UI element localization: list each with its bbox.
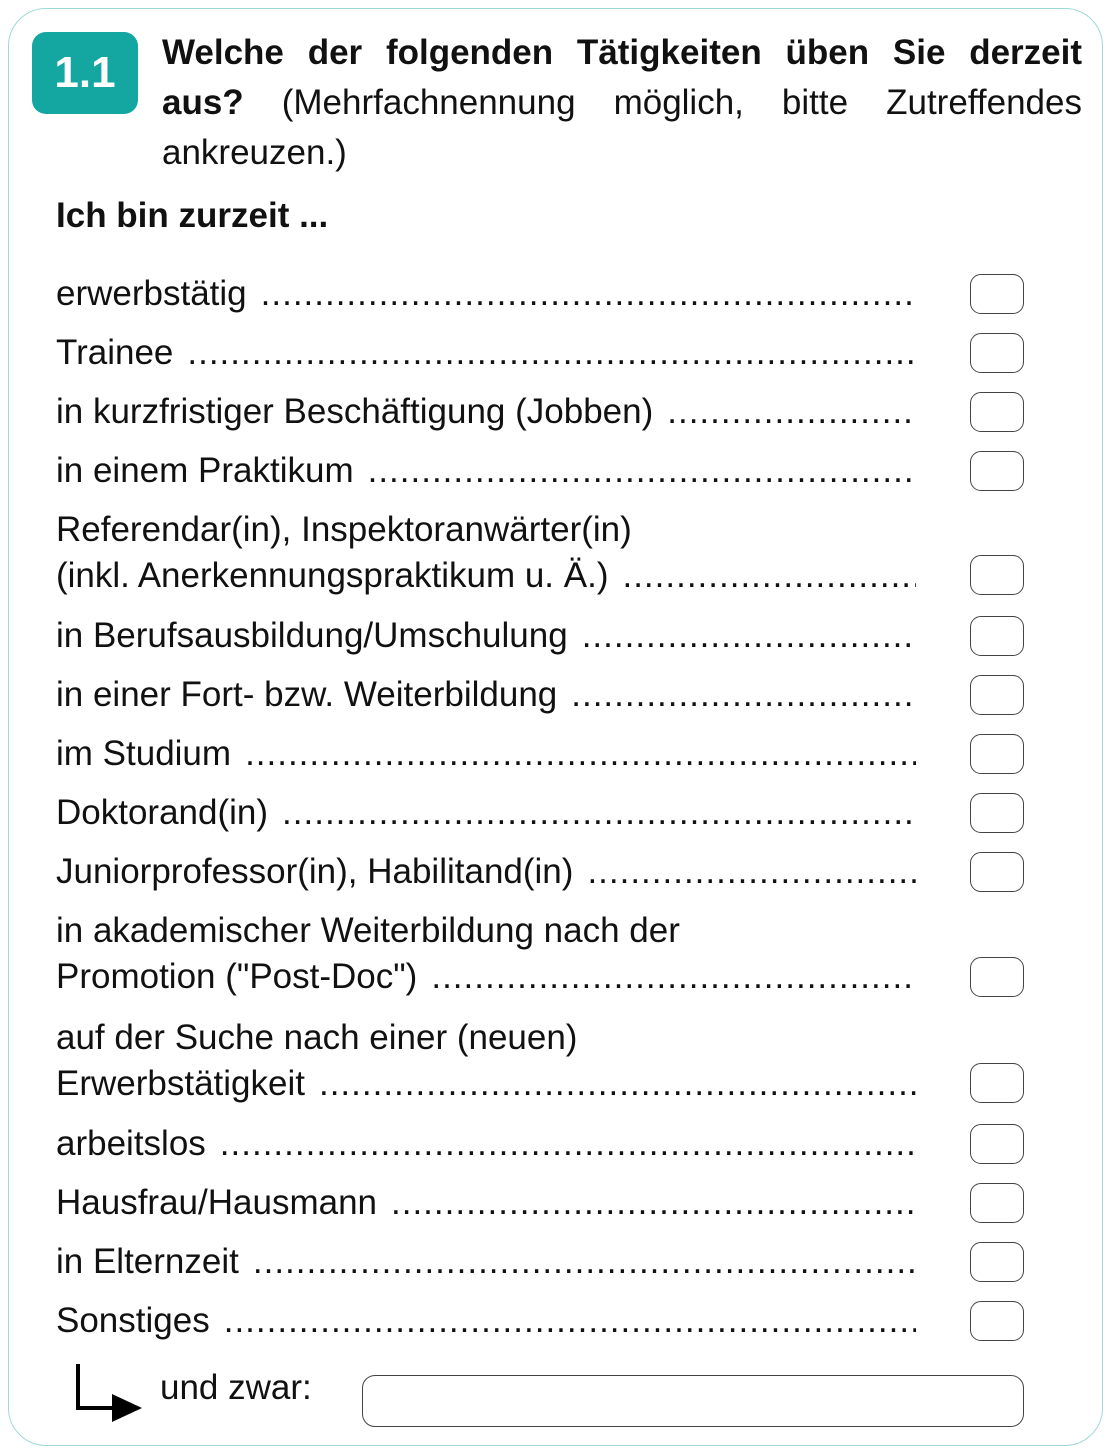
options-subheading: Ich bin zurzeit ... [56, 196, 329, 235]
option-row-doktorand: Doktorand(in) [56, 790, 916, 836]
option-row-studium: im Studium [56, 731, 916, 777]
option-row-postdoc: in akademischer Weiterbildung nach der P… [56, 908, 916, 1000]
question-number-badge: 1.1 [32, 32, 138, 114]
dot-leader [431, 954, 916, 1000]
option-row-hausfrau: Hausfrau/Hausmann [56, 1180, 916, 1226]
option-row-berufsausbildung: in Berufsausbildung/Umschulung [56, 613, 916, 659]
option-label: in Elternzeit [56, 1242, 239, 1281]
option-row-suche: auf der Suche nach einer (neuen) Erwerbs… [56, 1015, 916, 1107]
option-row-juniorprofessor: Juniorprofessor(in), Habilitand(in) [56, 849, 916, 895]
other-specify-field[interactable] [362, 1375, 1024, 1427]
dot-leader [261, 271, 916, 317]
option-label-line2: Erwerbstätigkeit [56, 1064, 305, 1103]
dot-leader [253, 1239, 916, 1285]
checkbox-sonstiges[interactable] [970, 1301, 1024, 1341]
dot-leader [220, 1121, 916, 1167]
option-label: auf der Suche nach einer (neuen) [56, 1018, 578, 1057]
option-label: Doktorand(in) [56, 793, 269, 832]
option-row-jobben: in kurzfristiger Beschäftigung (Jobben) [56, 389, 916, 435]
option-label: in akademischer Weiterbildung nach der [56, 911, 680, 950]
checkbox-praktikum[interactable] [970, 451, 1024, 491]
option-row-trainee: Trainee [56, 330, 916, 376]
checkbox-hausfrau[interactable] [970, 1183, 1024, 1223]
dot-leader [224, 1298, 916, 1344]
checkbox-elternzeit[interactable] [970, 1242, 1024, 1282]
option-row-elternzeit: in Elternzeit [56, 1239, 916, 1285]
option-label: in einem Praktikum [56, 451, 354, 490]
arrow-down-right-icon [76, 1364, 142, 1422]
checkbox-trainee[interactable] [970, 333, 1024, 373]
option-label: Trainee [56, 333, 174, 372]
option-label-line2: (inkl. Anerkennungspraktikum u. Ä.) [56, 556, 609, 595]
dot-leader [187, 330, 916, 376]
option-label: in kurzfristiger Beschäftigung (Jobben) [56, 392, 654, 431]
checkbox-doktorand[interactable] [970, 793, 1024, 833]
checkbox-berufsausbildung[interactable] [970, 616, 1024, 656]
dot-leader [582, 613, 916, 659]
option-row-erwerbstaetig: erwerbstätig [56, 271, 916, 317]
option-row-arbeitslos: arbeitslos [56, 1121, 916, 1167]
dot-leader [319, 1061, 916, 1107]
checkbox-referendar[interactable] [970, 555, 1024, 595]
checkbox-jobben[interactable] [970, 392, 1024, 432]
option-label: Juniorprofessor(in), Habilitand(in) [56, 852, 574, 891]
dot-leader [667, 389, 916, 435]
checkbox-postdoc[interactable] [970, 957, 1024, 997]
checkbox-juniorprofessor[interactable] [970, 852, 1024, 892]
checkbox-weiterbildung[interactable] [970, 675, 1024, 715]
option-row-weiterbildung: in einer Fort- bzw. Weiterbildung [56, 672, 916, 718]
checkbox-erwerbstaetig[interactable] [970, 274, 1024, 314]
dot-leader [391, 1180, 916, 1226]
option-row-praktikum: in einem Praktikum [56, 448, 916, 494]
option-label: in einer Fort- bzw. Weiterbildung [56, 675, 558, 714]
dot-leader [622, 553, 916, 599]
other-specify-label: und zwar: [160, 1368, 312, 1407]
option-label: Referendar(in), Inspektoranwärter(in) [56, 510, 632, 549]
option-label-line2: Promotion ("Post-Doc") [56, 957, 418, 996]
option-label: in Berufsausbildung/Umschulung [56, 616, 568, 655]
option-row-referendar: Referendar(in), Inspektoranwärter(in) (i… [56, 507, 916, 599]
dot-leader [282, 790, 916, 836]
option-row-sonstiges: Sonstiges [56, 1298, 916, 1344]
dot-leader [571, 672, 916, 718]
option-label: Hausfrau/Hausmann [56, 1183, 377, 1222]
option-label: im Studium [56, 734, 232, 773]
dot-leader [587, 849, 916, 895]
checkbox-studium[interactable] [970, 734, 1024, 774]
question-text: Welche der folgenden Tätigkeiten üben Si… [162, 28, 1082, 178]
checkbox-arbeitslos[interactable] [970, 1124, 1024, 1164]
dot-leader [368, 448, 916, 494]
question-title-instructions: (Mehrfachnennung möglich, bitte Zutreffe… [162, 83, 1082, 172]
option-label: erwerbstätig [56, 274, 247, 313]
checkbox-suche[interactable] [970, 1063, 1024, 1103]
dot-leader [245, 731, 916, 777]
option-label: arbeitslos [56, 1124, 206, 1163]
option-label: Sonstiges [56, 1301, 210, 1340]
